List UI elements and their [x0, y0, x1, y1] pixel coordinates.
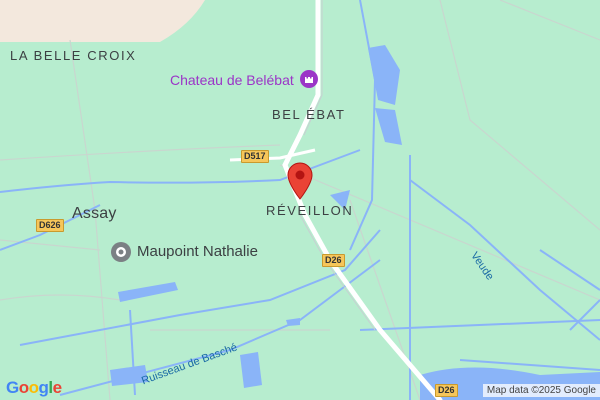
google-logo-g1: G [6, 378, 19, 397]
road-shield-d517: D517 [241, 150, 269, 163]
poi-label-chateau-de-belebat[interactable]: Chateau de Belébat [170, 72, 294, 88]
place-label-assay: Assay [72, 205, 117, 222]
poi-label-maupoint-nathalie[interactable]: Maupoint Nathalie [137, 243, 258, 260]
google-logo[interactable]: Google [6, 378, 62, 398]
google-logo-o2: o [28, 378, 39, 397]
road-shield-d626: D626 [36, 219, 64, 232]
google-logo-e: e [52, 378, 62, 397]
castle-icon[interactable] [300, 70, 318, 88]
google-logo-o1: o [18, 378, 29, 397]
map-canvas[interactable]: LA BELLE CROIX Chateau de Belébat BEL ÉB… [0, 0, 600, 400]
road-shield-d26-upper: D26 [322, 254, 345, 267]
road-shield-d26-lower: D26 [435, 384, 458, 397]
map-pin-icon[interactable] [287, 162, 313, 200]
place-marker-icon[interactable] [110, 241, 132, 263]
place-label-la-belle-croix: LA BELLE CROIX [10, 48, 137, 63]
place-label-reveillon: RÉVEILLON [266, 203, 354, 218]
map-attribution[interactable]: Map data ©2025 Google [482, 384, 600, 397]
place-label-bel-ebat: BEL ÉBAT [272, 107, 346, 122]
google-logo-g2: g [38, 378, 49, 397]
